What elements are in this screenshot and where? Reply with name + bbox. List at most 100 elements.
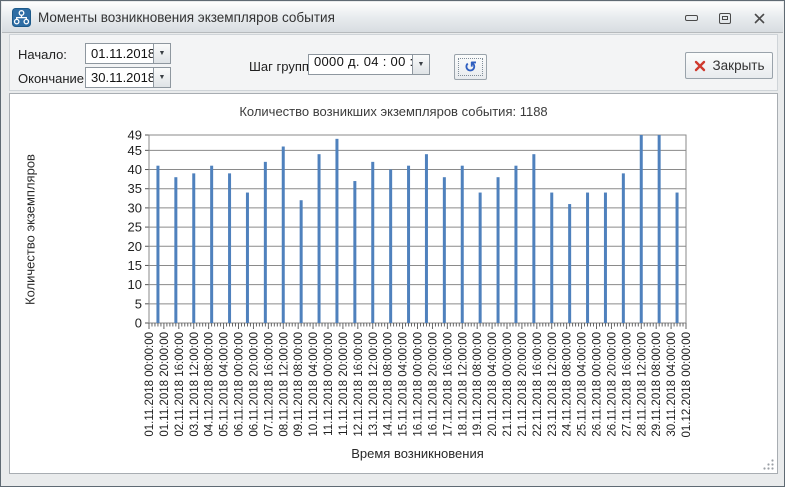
x-tick-label: 07.11.2018 16:00:00 [263, 332, 275, 437]
y-tick-label: 25 [128, 220, 142, 235]
bar [550, 193, 553, 323]
bar [174, 177, 177, 323]
x-tick-label: 19.11.2018 08:00:00 [472, 332, 484, 437]
x-tick-label: 09.11.2018 08:00:00 [293, 332, 305, 437]
x-tick-label: 13.11.2018 12:00:00 [368, 332, 380, 437]
dialog-window: Моменты возникновения экземпляров событи… [0, 0, 785, 487]
x-tick-label: 11.11.2018 00:00:00 [323, 332, 335, 436]
bar [443, 177, 446, 323]
y-tick-label: 40 [128, 162, 142, 177]
bar [604, 193, 607, 323]
x-tick-label: 05.11.2018 04:00:00 [219, 332, 231, 437]
maximize-button[interactable] [715, 11, 735, 25]
bar [371, 162, 374, 323]
bar [228, 173, 231, 323]
x-tick-label: 12.11.2018 16:00:00 [353, 332, 365, 437]
bar [210, 166, 213, 323]
bar [318, 154, 321, 323]
bar [353, 181, 356, 323]
bar [532, 154, 535, 323]
end-date-label: Окончание: [18, 71, 88, 86]
bar [156, 166, 159, 323]
chevron-down-icon[interactable]: ▼ [412, 54, 430, 75]
x-tick-label: 11.11.2018 20:00:00 [338, 332, 350, 436]
org-chart-icon [12, 8, 31, 27]
bar [461, 166, 464, 323]
grouping-step-combo[interactable]: 0000 д. 04 : 00 : 0 ▼ [308, 54, 430, 75]
title-bar[interactable]: Моменты возникновения экземпляров событи… [2, 2, 783, 33]
start-date-value[interactable]: 01.11.2018 [85, 43, 153, 64]
y-tick-label: 0 [135, 316, 142, 331]
bar [658, 135, 661, 323]
x-tick-label: 28.11.2018 12:00:00 [636, 332, 648, 437]
x-tick-label: 29.11.2018 08:00:00 [651, 332, 663, 437]
refresh-button[interactable]: ↺ [454, 54, 487, 80]
x-tick-label: 10.11.2018 04:00:00 [308, 332, 320, 437]
bar [425, 154, 428, 323]
minimize-icon [685, 15, 698, 21]
red-cross-icon [694, 60, 706, 72]
minimize-button[interactable] [681, 11, 701, 25]
chart-panel: Количество возникших экземпляров события… [9, 93, 778, 474]
x-tick-label: 15.11.2018 04:00:00 [398, 332, 410, 437]
x-tick-label: 01.11.2018 20:00:00 [159, 332, 171, 437]
x-tick-label: 06.11.2018 20:00:00 [248, 332, 260, 437]
x-tick-label: 06.11.2018 00:00:00 [234, 332, 246, 437]
bar [622, 173, 625, 323]
bar [335, 139, 338, 323]
bar [514, 166, 517, 323]
x-tick-label: 01.12.2018 00:00:00 [681, 332, 693, 438]
x-tick-label: 03.11.2018 12:00:00 [189, 332, 201, 437]
bar [407, 166, 410, 323]
bar [246, 193, 249, 323]
bar [192, 173, 195, 323]
bar [264, 162, 267, 323]
bar [497, 177, 500, 323]
grouping-step-value[interactable]: 0000 д. 04 : 00 : 0 [308, 54, 412, 75]
y-tick-label: 20 [128, 239, 142, 254]
x-tick-label: 20.11.2018 04:00:00 [487, 332, 499, 437]
x-tick-label: 27.11.2018 16:00:00 [621, 332, 633, 437]
x-tick-label: 14.11.2018 08:00:00 [383, 332, 395, 437]
x-tick-label: 23.11.2018 12:00:00 [547, 332, 559, 437]
x-tick-label: 22.11.2018 16:00:00 [532, 332, 544, 437]
end-date-combo[interactable]: 30.11.2018 ▼ [85, 67, 171, 88]
x-tick-label: 21.11.2018 20:00:00 [517, 332, 529, 437]
bar [640, 135, 643, 323]
resize-grip[interactable] [762, 458, 775, 471]
start-date-combo[interactable]: 01.11.2018 ▼ [85, 43, 171, 64]
x-tick-label: 24.11.2018 08:00:00 [562, 332, 574, 437]
window-title: Моменты возникновения экземпляров событи… [38, 10, 335, 25]
y-tick-label: 49 [128, 128, 142, 143]
y-tick-label: 10 [128, 277, 142, 292]
x-tick-label: 02.11.2018 16:00:00 [174, 332, 186, 437]
bar [479, 193, 482, 323]
refresh-icon: ↺ [458, 58, 483, 76]
x-tick-label: 21.11.2018 00:00:00 [502, 332, 514, 437]
close-icon [754, 13, 765, 24]
bar [586, 193, 589, 323]
close-window-button[interactable] [749, 11, 769, 25]
x-tick-label: 25.11.2018 04:00:00 [577, 332, 589, 437]
y-tick-label: 15 [128, 258, 142, 273]
x-tick-label: 16.11.2018 00:00:00 [413, 332, 425, 437]
x-tick-label: 16.11.2018 20:00:00 [427, 332, 439, 437]
close-button[interactable]: Закрыть [685, 52, 773, 79]
y-tick-label: 30 [128, 200, 142, 215]
x-tick-label: 04.11.2018 08:00:00 [204, 332, 216, 437]
y-tick-label: 5 [135, 296, 142, 311]
bar [676, 193, 679, 323]
bar [300, 200, 303, 323]
chevron-down-icon[interactable]: ▼ [153, 43, 171, 64]
end-date-value[interactable]: 30.11.2018 [85, 67, 153, 88]
y-tick-label: 45 [128, 143, 142, 158]
close-button-label: Закрыть [713, 58, 765, 73]
start-date-label: Начало: [18, 47, 67, 62]
x-tick-label: 18.11.2018 12:00:00 [457, 332, 469, 437]
x-tick-label: 01.11.2018 00:00:00 [144, 332, 156, 437]
bar-chart: 0510152025303540454901.11.2018 00:00:000… [10, 94, 777, 473]
x-tick-label: 26.11.2018 00:00:00 [592, 332, 604, 437]
x-tick-label: 17.11.2018 16:00:00 [442, 332, 454, 437]
chevron-down-icon[interactable]: ▼ [153, 67, 171, 88]
y-tick-label: 35 [128, 181, 142, 196]
